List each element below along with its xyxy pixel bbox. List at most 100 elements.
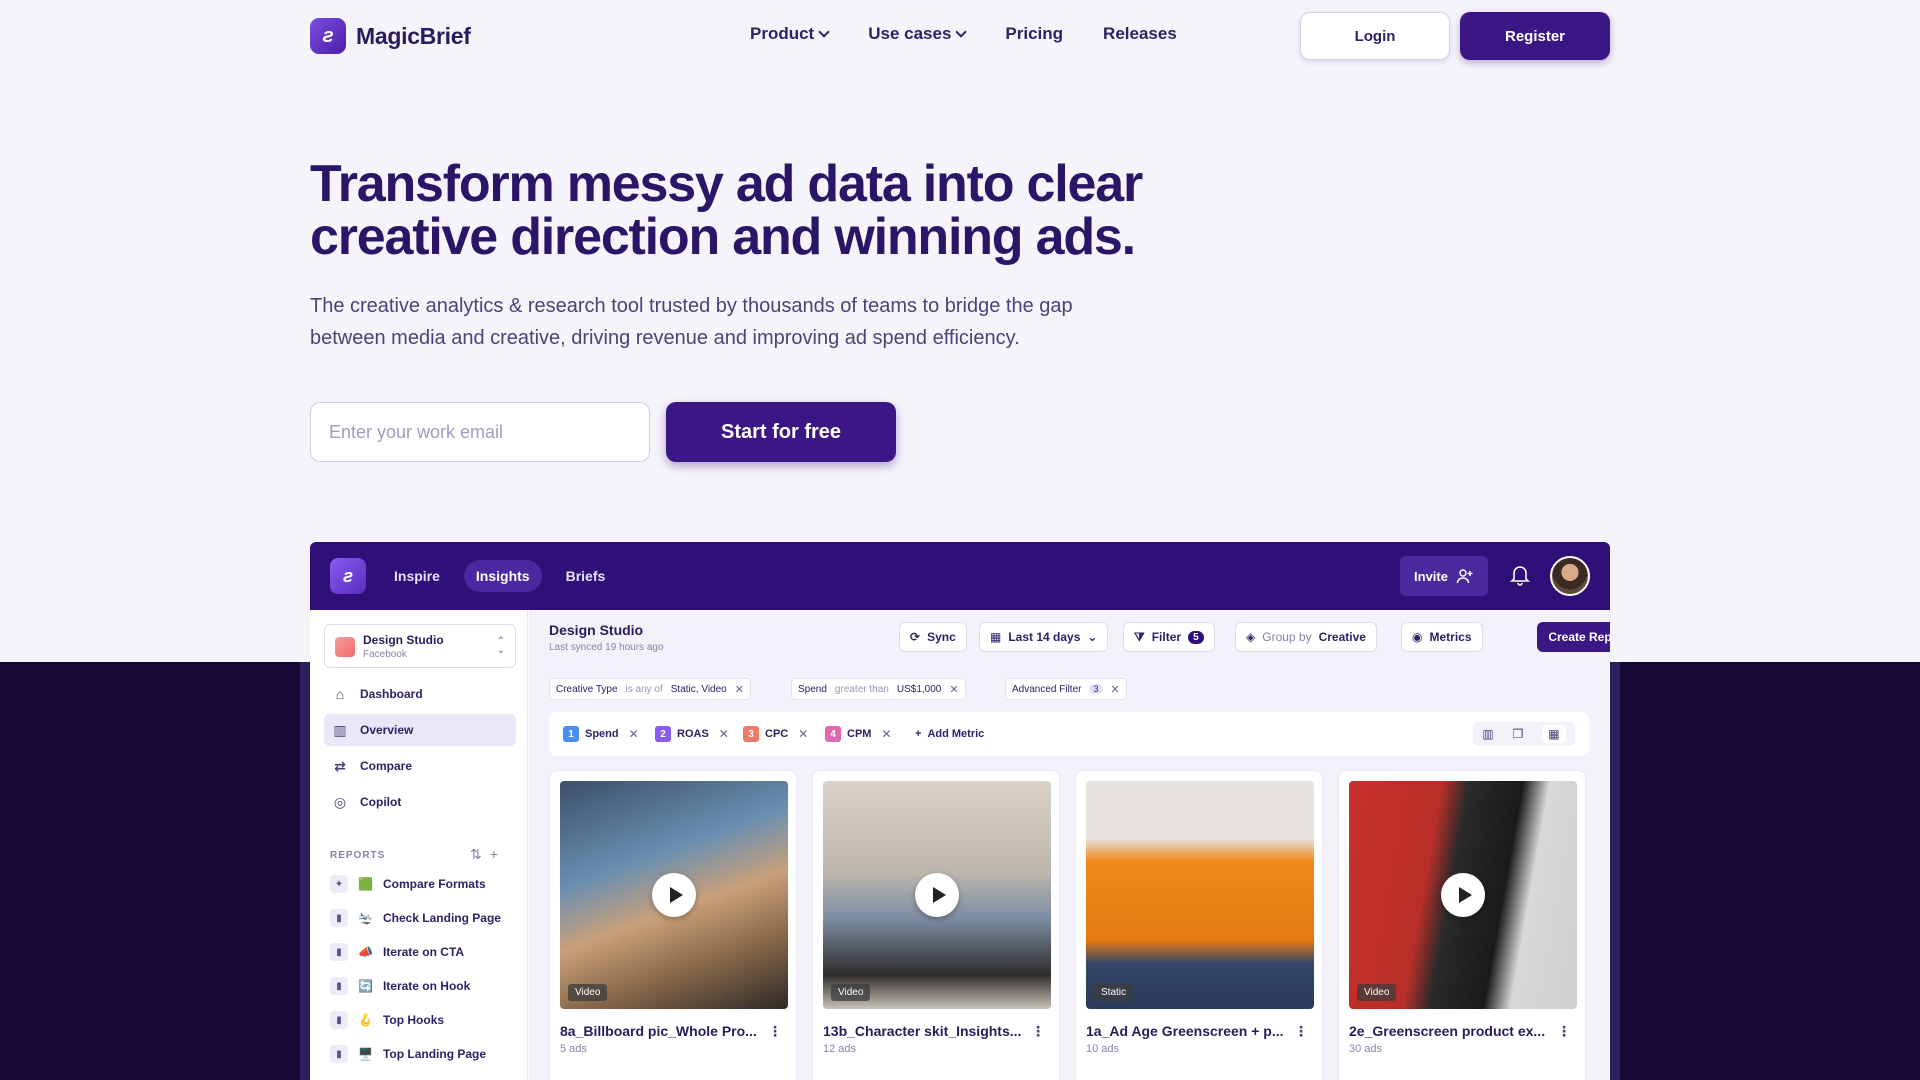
metric-number: 2 [655, 726, 671, 742]
app-main: Design Studio Last synced 19 hours ago ⟳… [529, 610, 1610, 1080]
sidebar-item-overview[interactable]: ▥ Overview [324, 714, 516, 746]
filter-chip-creative-type[interactable]: Creative Type is any of Static, Video ✕ [549, 678, 751, 700]
report-item[interactable]: ✦ 🟩 Compare Formats [330, 872, 486, 896]
bar-chart-icon: ▮ [330, 909, 348, 927]
filter-chip-advanced[interactable]: Advanced Filter 3 ✕ [1005, 678, 1127, 700]
tab-inspire[interactable]: Inspire [382, 560, 452, 592]
creative-thumbnail[interactable]: Video [560, 781, 788, 1009]
nav-product[interactable]: Product [750, 24, 830, 44]
play-icon[interactable] [915, 873, 959, 917]
report-label: Iterate on CTA [382, 945, 465, 959]
tab-insights[interactable]: Insights [463, 560, 542, 592]
register-button[interactable]: Register [1460, 12, 1610, 60]
start-for-free-button[interactable]: Start for free [666, 402, 896, 462]
report-item[interactable]: ▮ 🖥️ Top Landing Page [330, 1042, 486, 1066]
layers-icon: ◈ [1246, 630, 1256, 644]
more-vertical-icon[interactable]: ⋮ [1557, 1023, 1571, 1040]
filter-label: Filter [1151, 630, 1182, 644]
chevron-down-icon [818, 26, 830, 38]
sync-button[interactable]: ⟳ Sync [899, 622, 967, 652]
group-by-select[interactable]: ◈ Group by Creative [1235, 622, 1377, 652]
brand-logo[interactable]: ƨ MagicBrief [310, 18, 471, 54]
nav-use-cases[interactable]: Use cases [868, 24, 968, 44]
sparkle-icon: ✦ [330, 875, 348, 893]
creative-card[interactable]: Video 8a_Billboard pic_Whole Pro... ⋮ 5 … [549, 770, 797, 1080]
app-tabs: Inspire Insights Briefs [382, 560, 617, 592]
play-icon[interactable] [652, 873, 696, 917]
filter-button[interactable]: ⧩ Filter 5 [1123, 622, 1215, 652]
close-icon[interactable]: ✕ [629, 727, 639, 741]
metrics-bar: 1 Spend ✕ 2 ROAS ✕ 3 CPC ✕ 4 CPM ✕ + Add Metric ▥… [549, 712, 1589, 756]
more-vertical-icon[interactable]: ⋮ [1294, 1023, 1308, 1040]
login-button[interactable]: Login [1300, 12, 1450, 60]
filter-chip-spend[interactable]: Spend greater than US$1,000 ✕ [791, 678, 966, 700]
more-vertical-icon[interactable]: ⋮ [768, 1023, 782, 1040]
metric-chip-roas[interactable]: 2 ROAS ✕ [655, 724, 729, 744]
nav-links: Product Use cases Pricing Releases [750, 24, 1177, 44]
report-item[interactable]: ▮ 🛬 Check Landing Page [330, 906, 501, 930]
email-input[interactable] [310, 402, 650, 462]
top-navigation: ƨ MagicBrief Product Use cases Pricing R… [0, 0, 1920, 72]
plus-icon[interactable]: + [490, 846, 506, 862]
invite-button[interactable]: Invite [1400, 556, 1488, 596]
creative-ad-count: 5 ads [560, 1043, 587, 1055]
creative-thumbnail[interactable]: Video [823, 781, 1051, 1009]
sidebar-item-label: Overview [360, 723, 414, 737]
copy-view-icon[interactable]: ❐ [1513, 727, 1524, 741]
refresh-icon: ⟳ [910, 630, 921, 644]
creative-ad-count: 12 ads [823, 1043, 857, 1055]
workspace-swatch [335, 637, 355, 657]
creative-card[interactable]: Video 2e_Greenscreen product ex... ⋮ 30 … [1338, 770, 1586, 1080]
create-report-button[interactable]: Create Report [1537, 622, 1610, 652]
add-metric-button[interactable]: + Add Metric [915, 724, 984, 744]
more-vertical-icon[interactable]: ⋮ [1031, 1023, 1045, 1040]
sidebar-item-label: Copilot [360, 795, 402, 809]
sort-icon[interactable]: ⇅ [470, 846, 490, 862]
creative-card[interactable]: Static 1a_Ad Age Greenscreen + p... ⋮ 10… [1075, 770, 1323, 1080]
logo-icon: ƨ [310, 18, 346, 54]
tab-briefs[interactable]: Briefs [554, 560, 618, 592]
sidebar-item-dashboard[interactable]: ⌂ Dashboard [324, 678, 516, 710]
reports-heading: REPORTS [330, 850, 386, 861]
close-icon[interactable]: ✕ [735, 683, 744, 696]
creative-thumbnail[interactable]: Video [1349, 781, 1577, 1009]
report-label: Iterate on Hook [382, 979, 471, 993]
sidebar-item-copilot[interactable]: ◎ Copilot [324, 786, 516, 818]
creative-ad-count: 10 ads [1086, 1043, 1120, 1055]
metric-chip-spend[interactable]: 1 Spend ✕ [563, 724, 639, 744]
nav-pricing[interactable]: Pricing [1005, 24, 1063, 44]
close-icon[interactable]: ✕ [881, 727, 891, 741]
workspace-selector[interactable]: Design Studio Facebook ⌃ ⌄ [324, 624, 516, 668]
report-label: Check Landing Page [382, 911, 501, 925]
close-icon[interactable]: ✕ [1111, 683, 1120, 696]
brand-name: MagicBrief [356, 22, 471, 49]
close-icon[interactable]: ✕ [719, 727, 729, 741]
report-emoji: 🪝 [358, 1013, 373, 1027]
bar-chart-icon: ▮ [330, 977, 348, 995]
hero-title-line-1: Transform messy ad data into clear [310, 155, 1143, 213]
chart-icon: ▥ [333, 721, 347, 738]
user-avatar[interactable] [1550, 556, 1590, 596]
report-item[interactable]: ▮ 🔄 Iterate on Hook [330, 974, 470, 998]
close-icon[interactable]: ✕ [798, 727, 808, 741]
sidebar-item-compare[interactable]: ⇄ Compare [324, 750, 516, 782]
report-item[interactable]: ▮ 🪝 Top Hooks [330, 1008, 444, 1032]
report-item[interactable]: ▮ 📣 Iterate on CTA [330, 940, 464, 964]
app-logo-icon[interactable]: ƨ [330, 558, 366, 594]
report-label: Top Hooks [382, 1013, 445, 1027]
metrics-button[interactable]: ◉ Metrics [1401, 622, 1483, 652]
metric-chip-cpm[interactable]: 4 CPM ✕ [825, 724, 892, 744]
hero-title: Transform messy ad data into clear creat… [310, 158, 1210, 264]
play-icon[interactable] [1441, 873, 1485, 917]
nav-releases[interactable]: Releases [1103, 24, 1177, 44]
creative-card[interactable]: Video 13b_Character skit_Insights... ⋮ 1… [812, 770, 1060, 1080]
last-synced-text: Last synced 19 hours ago [549, 642, 664, 653]
grid-view-icon[interactable]: ▦ [1542, 725, 1566, 743]
creative-type-tag: Static [1094, 984, 1134, 1001]
bell-icon[interactable] [1510, 564, 1530, 586]
creative-thumbnail[interactable]: Static [1086, 781, 1314, 1009]
date-range-select[interactable]: ▦ Last 14 days ⌄ [979, 622, 1109, 652]
bar-chart-view-icon[interactable]: ▥ [1482, 727, 1493, 741]
metric-chip-cpc[interactable]: 3 CPC ✕ [743, 724, 808, 744]
close-icon[interactable]: ✕ [949, 683, 958, 696]
